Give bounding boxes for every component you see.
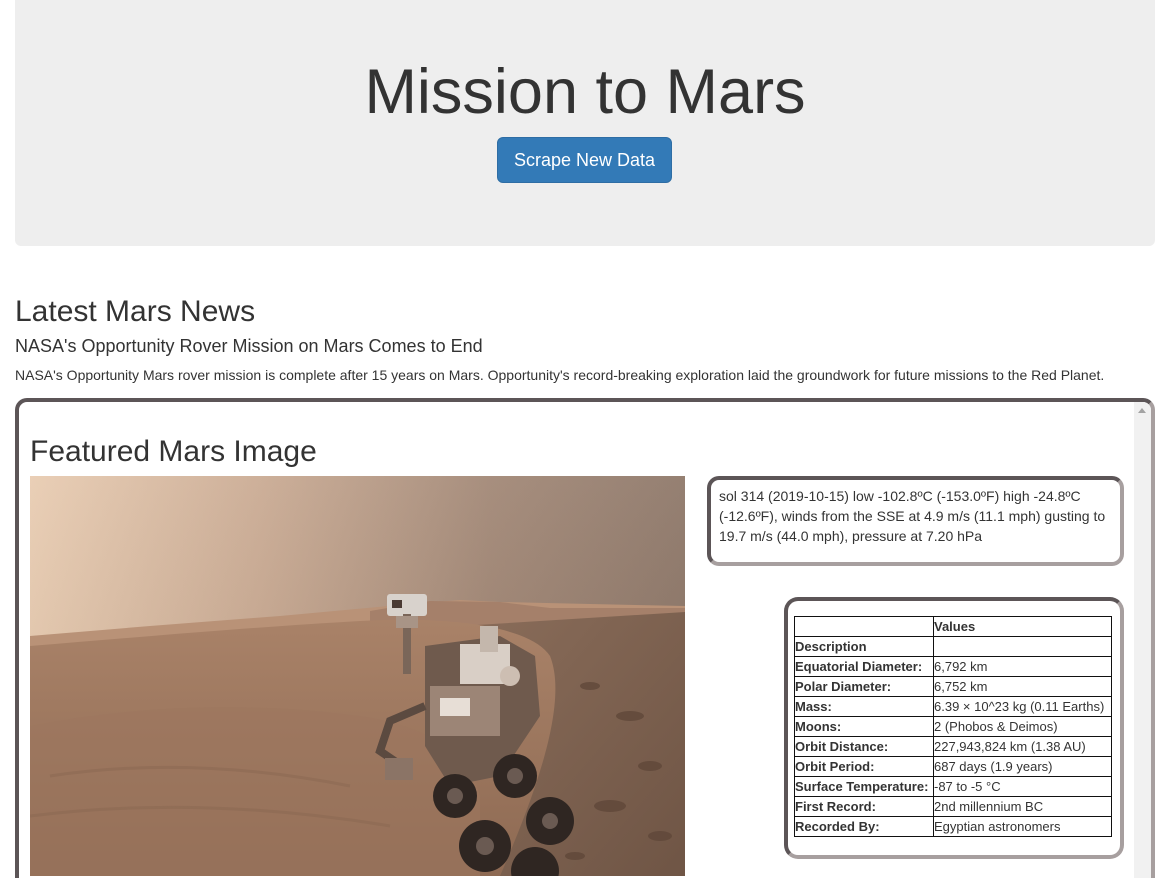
- fact-value: [933, 636, 1112, 657]
- page-title: Mission to Mars: [364, 57, 806, 127]
- table-header-empty: [794, 616, 934, 637]
- fact-label: Equatorial Diameter:: [794, 656, 934, 677]
- fact-value: 687 days (1.9 years): [933, 756, 1112, 777]
- table-row: Orbit Period: 687 days (1.9 years): [794, 756, 1112, 777]
- news-teaser: NASA's Opportunity Mars rover mission is…: [15, 367, 1105, 383]
- table-row: Equatorial Diameter: 6,792 km: [794, 656, 1112, 677]
- fact-label: Description: [794, 636, 934, 657]
- fact-label: Surface Temperature:: [794, 776, 934, 797]
- jumbotron-header: Mission to Mars Scrape New Data: [15, 0, 1155, 246]
- table-row: Polar Diameter: 6,752 km: [794, 676, 1112, 697]
- news-headline: NASA's Opportunity Rover Mission on Mars…: [15, 336, 483, 356]
- fact-label: Orbit Period:: [794, 756, 934, 777]
- fact-value: 2 (Phobos & Deimos): [933, 716, 1112, 737]
- table-header-values: Values: [933, 616, 1112, 637]
- mars-weather-box: sol 314 (2019-10-15) low -102.8ºC (-153.…: [707, 476, 1124, 566]
- scrollbar[interactable]: [1134, 402, 1151, 878]
- news-section: Latest Mars News NASA's Opportunity Rove…: [15, 294, 1155, 385]
- table-row: Recorded By: Egyptian astronomers: [794, 816, 1112, 837]
- featured-mars-image: [30, 476, 685, 876]
- fact-label: Recorded By:: [794, 816, 934, 837]
- fact-label: Polar Diameter:: [794, 676, 934, 697]
- fact-label: Orbit Distance:: [794, 736, 934, 757]
- fact-label: Moons:: [794, 716, 934, 737]
- featured-frame: Featured Mars Image sol 314 (2019-10-15)…: [15, 398, 1155, 878]
- table-row: First Record: 2nd millennium BC: [794, 796, 1112, 817]
- scrape-new-data-button[interactable]: Scrape New Data: [497, 137, 672, 183]
- fact-value: Egyptian astronomers: [933, 816, 1112, 837]
- table-row: Description: [794, 636, 1112, 657]
- fact-value: 2nd millennium BC: [933, 796, 1112, 817]
- fact-value: 6,792 km: [933, 656, 1112, 677]
- fact-value: 6.39 × 10^23 kg (0.11 Earths): [933, 696, 1112, 717]
- featured-image-title: Featured Mars Image: [30, 435, 317, 468]
- table-row: Moons: 2 (Phobos & Deimos): [794, 716, 1112, 737]
- table-row: Orbit Distance: 227,943,824 km (1.38 AU): [794, 736, 1112, 757]
- table-row: Mass: 6.39 × 10^23 kg (0.11 Earths): [794, 696, 1112, 717]
- fact-value: -87 to -5 °C: [933, 776, 1112, 797]
- fact-value: 6,752 km: [933, 676, 1112, 697]
- scroll-up-arrow-icon[interactable]: [1138, 408, 1146, 413]
- fact-value: 227,943,824 km (1.38 AU): [933, 736, 1112, 757]
- fact-label: Mass:: [794, 696, 934, 717]
- mars-rover-picture: [30, 476, 685, 876]
- fact-label: First Record:: [794, 796, 934, 817]
- table-row: Surface Temperature: -87 to -5 °C: [794, 776, 1112, 797]
- table-header-row: Values: [794, 616, 1112, 637]
- mars-facts-table: Values Description Equatorial Diameter: …: [794, 616, 1112, 837]
- mars-facts-box: Values Description Equatorial Diameter: …: [784, 597, 1124, 859]
- news-section-title: Latest Mars News: [15, 295, 256, 328]
- mars-weather-text: sol 314 (2019-10-15) low -102.8ºC (-153.…: [719, 488, 1106, 544]
